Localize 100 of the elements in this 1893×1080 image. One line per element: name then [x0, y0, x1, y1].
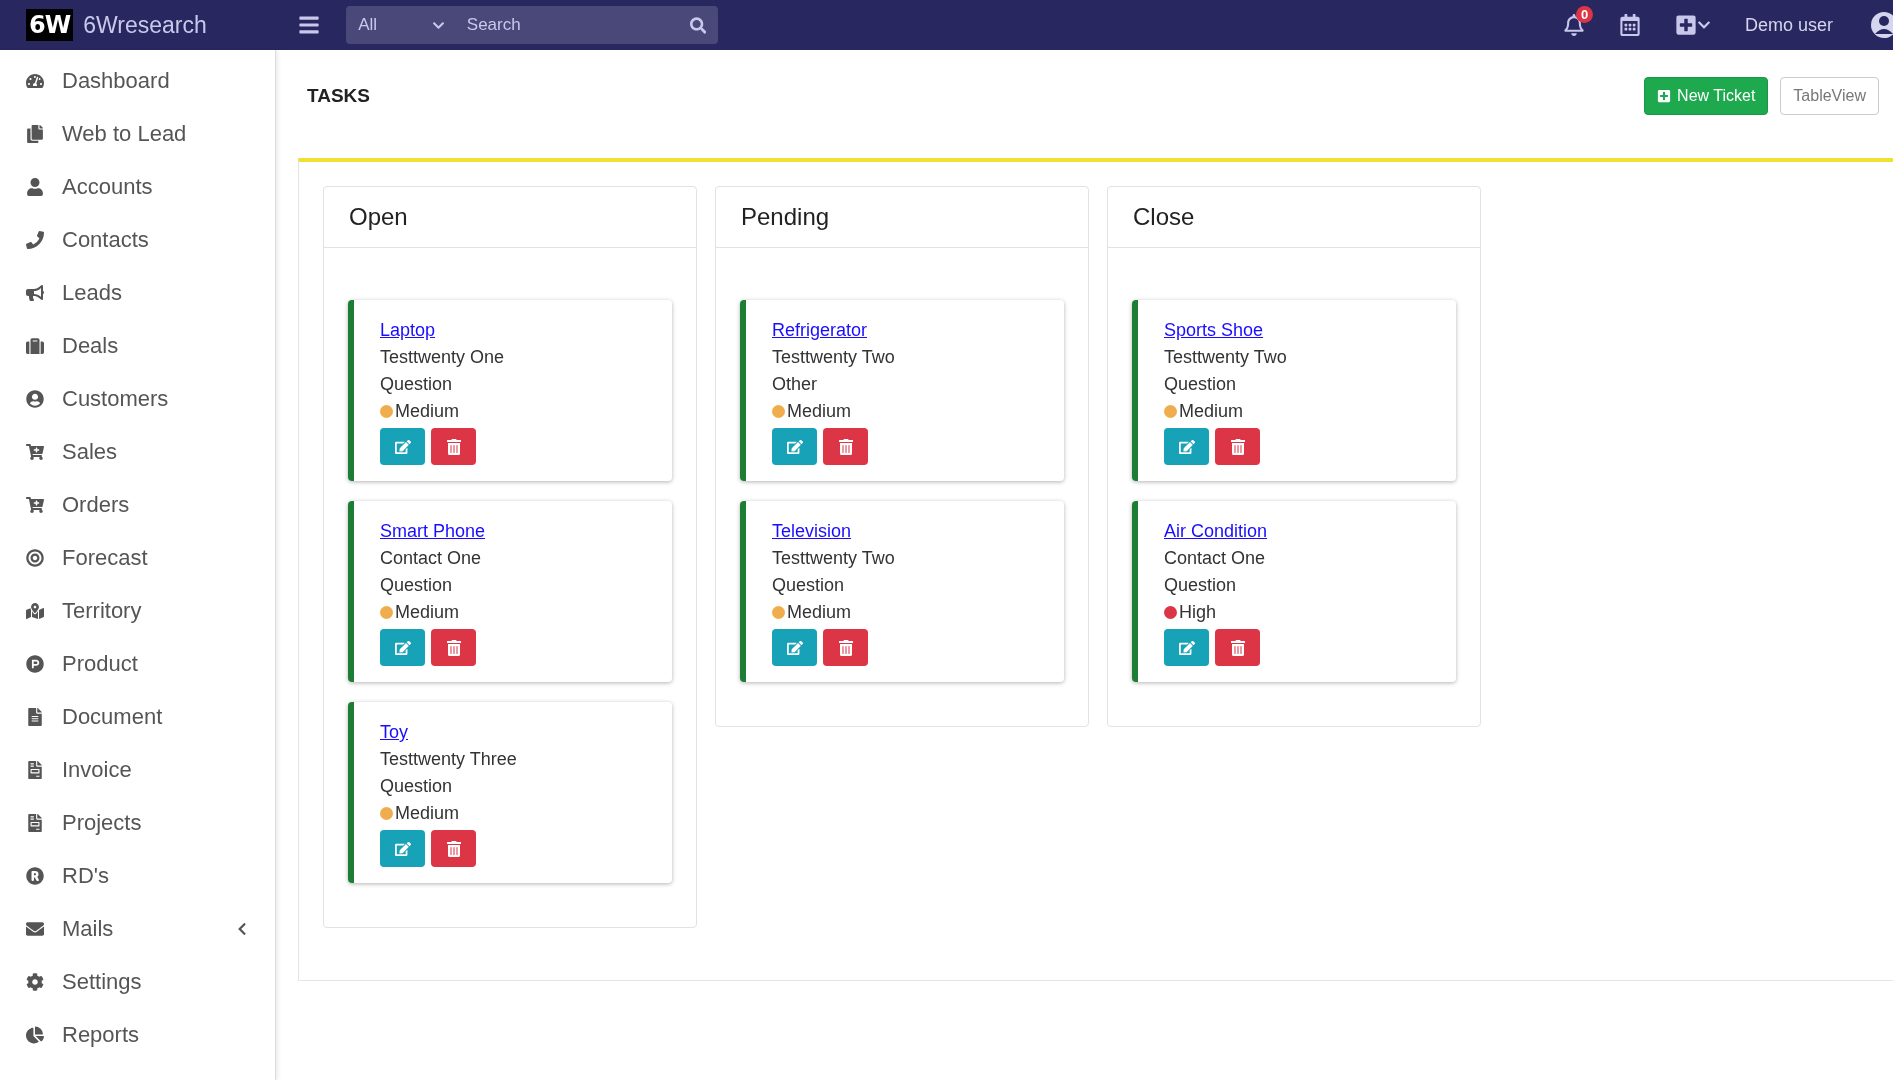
cart-icon [26, 495, 44, 514]
priority-text: Medium [395, 401, 460, 422]
edit-icon [1178, 639, 1195, 656]
contact-text: Contact One [1164, 548, 1267, 569]
edit-button[interactable] [1164, 629, 1209, 666]
target-icon [26, 548, 44, 567]
add-menu-icon[interactable] [1674, 14, 1711, 36]
menu-icon[interactable] [298, 14, 321, 36]
documents-icon [26, 124, 44, 143]
contact-text: Testtwenty Two [772, 347, 896, 368]
type-text: Question [380, 374, 454, 395]
column-title: Open [324, 187, 696, 248]
task-link[interactable]: Refrigerator [772, 320, 868, 341]
delete-button[interactable] [1215, 629, 1260, 666]
delete-button[interactable] [431, 428, 476, 465]
sidebar-item[interactable]: RD's [0, 849, 275, 902]
table-view-button[interactable]: TableView [1780, 77, 1879, 115]
sidebar-item[interactable]: Forecast [0, 531, 275, 584]
brand-name: 6Wresearch [83, 11, 208, 39]
sidebar-item[interactable]: Contacts [0, 213, 275, 266]
delete-button[interactable] [431, 629, 476, 666]
page-title: TASKS [307, 85, 370, 107]
map-icon [26, 601, 44, 620]
gauge-icon [26, 71, 44, 90]
task-link[interactable]: Air Condition [1164, 521, 1268, 542]
document-icon [26, 707, 44, 726]
edit-icon [1178, 438, 1195, 455]
task-link[interactable]: Television [772, 521, 852, 542]
sidebar-item[interactable]: Customers [0, 372, 275, 425]
registered-icon [26, 866, 44, 885]
trash-icon [445, 438, 462, 455]
delete-button[interactable] [823, 629, 868, 666]
edit-icon [394, 639, 411, 656]
priority-text: Medium [1179, 401, 1244, 422]
trash-icon [445, 639, 462, 656]
edit-button[interactable] [380, 428, 425, 465]
megaphone-icon [26, 283, 44, 302]
notification-count: 0 [1575, 6, 1594, 23]
contact-text: Testtwenty Two [772, 548, 896, 569]
column-title: Pending [716, 187, 1088, 248]
type-text: Question [1164, 374, 1238, 395]
search-field[interactable]: All Search [346, 6, 719, 44]
sidebar-item[interactable]: Accounts [0, 160, 275, 213]
type-text: Question [380, 575, 454, 596]
sidebar-item[interactable]: Invoice [0, 743, 275, 796]
delete-button[interactable] [1215, 428, 1260, 465]
sidebar-item[interactable]: Projects [0, 796, 275, 849]
priority-text: Medium [787, 401, 852, 422]
user-name[interactable]: Demo user [1744, 14, 1833, 36]
sidebar-item[interactable]: Territory [0, 584, 275, 637]
sidebar-item[interactable]: Settings [0, 955, 275, 1008]
edit-button[interactable] [1164, 428, 1209, 465]
plus-icon [1657, 89, 1672, 103]
sidebar-item[interactable]: Document [0, 690, 275, 743]
person-icon [26, 177, 44, 196]
type-text: Question [772, 575, 846, 596]
edit-icon [786, 639, 803, 656]
task-link[interactable]: Sports Shoe [1164, 320, 1264, 341]
logo-mark: 6W [26, 9, 74, 41]
contact-text: Testtwenty Three [380, 749, 518, 770]
document-icon [26, 813, 44, 832]
trash-icon [1229, 639, 1246, 656]
trash-icon [837, 639, 854, 656]
briefcase-icon [26, 336, 44, 355]
task-link[interactable]: Smart Phone [380, 521, 486, 542]
edit-button[interactable] [380, 629, 425, 666]
trash-icon [837, 438, 854, 455]
sidebar-item[interactable]: Dashboard [0, 54, 275, 107]
priority-text: High [1179, 602, 1217, 623]
envelope-icon [26, 919, 44, 938]
edit-button[interactable] [380, 830, 425, 867]
pie-chart-icon [26, 1025, 44, 1044]
trash-icon [445, 840, 462, 857]
scope-dropdown[interactable]: All [358, 15, 445, 35]
sidebar-item[interactable]: Orders [0, 478, 275, 531]
edit-icon [394, 438, 411, 455]
priority-text: Medium [395, 803, 460, 824]
calendar-icon[interactable] [1618, 14, 1641, 36]
edit-icon [394, 840, 411, 857]
sidebar-item[interactable]: Leads [0, 266, 275, 319]
task-link[interactable]: Laptop [380, 320, 436, 341]
delete-button[interactable] [431, 830, 476, 867]
task-link[interactable]: Toy [380, 722, 408, 743]
priority-text: Medium [395, 602, 460, 623]
edit-icon [786, 438, 803, 455]
edit-button[interactable] [772, 428, 817, 465]
trash-icon [1229, 438, 1246, 455]
sidebar-item[interactable]: Deals [0, 319, 275, 372]
search-icon[interactable] [689, 16, 707, 34]
contact-text: Testtwenty One [380, 347, 506, 368]
type-text: Question [1164, 575, 1238, 596]
phone-icon [26, 230, 44, 249]
sidebar-item[interactable]: Web to Lead [0, 107, 275, 160]
type-text: Question [380, 776, 454, 797]
edit-button[interactable] [772, 629, 817, 666]
sidebar-item[interactable]: Product [0, 637, 275, 690]
sidebar-item[interactable]: Reports [0, 1008, 275, 1061]
delete-button[interactable] [823, 428, 868, 465]
sidebar-item[interactable]: Mails [0, 902, 275, 955]
sidebar-item[interactable]: Sales [0, 425, 275, 478]
